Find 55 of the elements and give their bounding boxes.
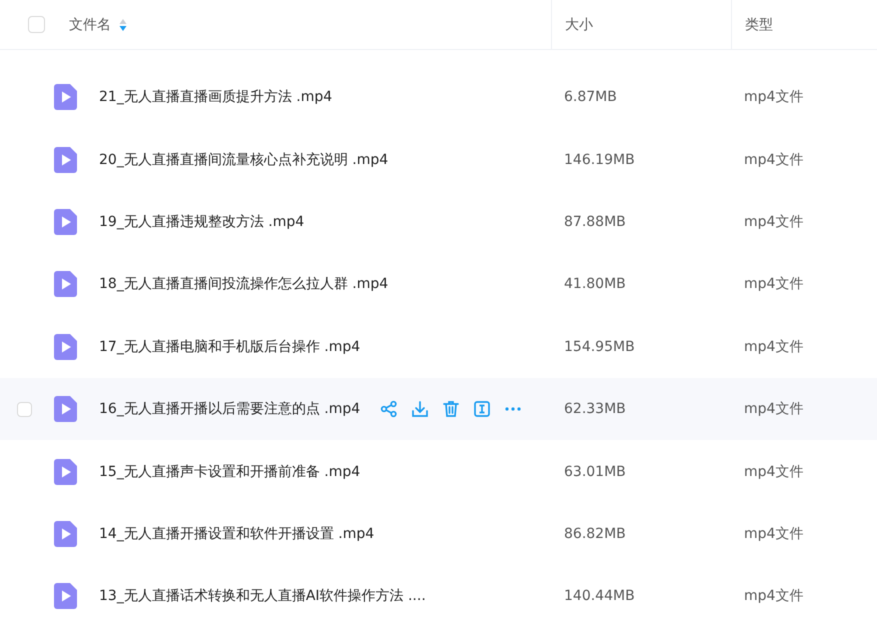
file-size: 63.01MB xyxy=(563,464,627,480)
file-name[interactable]: 17_无人直播电脑和手机版后台操作 .mp4 xyxy=(99,338,360,356)
file-name[interactable]: 19_无人直播违规整改方法 .mp4 xyxy=(99,212,304,231)
share-icon[interactable] xyxy=(380,400,398,418)
table-row[interactable]: 14_无人直播开播设置和软件开播设置 .mp4 86.82MB mp4文件 xyxy=(0,502,877,566)
table-row[interactable]: 13_无人直播话术转换和无人直播AI软件操作方法 .... 140.44MB mp4文件 xyxy=(0,565,877,620)
file-size: 86.82MB xyxy=(563,526,627,542)
table-row[interactable]: 15_无人直播声卡设置和开播前准备 .mp4 63.01MB mp4文件 xyxy=(0,440,877,503)
file-type: mp4文件 xyxy=(743,524,804,543)
file-name[interactable]: 15_无人直播声卡设置和开播前准备 .mp4 xyxy=(99,462,360,481)
file-name[interactable]: 21_无人直播直播画质提升方法 .mp4 xyxy=(99,88,332,106)
file-type: mp4文件 xyxy=(743,212,804,231)
file-size: 41.80MB xyxy=(563,276,627,292)
table-row[interactable]: 20_无人直播直播间流量核心点补充说明 .mp4 146.19MB mp4文件 xyxy=(0,128,877,191)
file-size: 62.33MB xyxy=(563,401,627,418)
file-type: mp4文件 xyxy=(743,462,804,481)
file-type: mp4文件 xyxy=(743,275,804,294)
column-header[interactable]: 大小 xyxy=(565,16,593,34)
file-name[interactable]: 20_无人直播直播间流量核心点补充说明 .mp4 xyxy=(99,150,388,169)
file-type: mp4文件 xyxy=(743,88,804,106)
video-file-icon xyxy=(54,583,77,610)
file-type: mp4文件 xyxy=(743,587,804,606)
video-file-icon xyxy=(54,334,77,360)
file-size: 140.44MB xyxy=(563,588,636,604)
table-row[interactable]: 19_无人直播违规整改方法 .mp4 87.88MB mp4文件 xyxy=(0,190,877,254)
download-icon[interactable] xyxy=(411,400,430,418)
checkbox[interactable] xyxy=(28,16,45,33)
file-size: 154.95MB xyxy=(563,338,636,355)
file-size: 146.19MB xyxy=(563,152,636,168)
video-file-icon xyxy=(54,458,77,485)
video-file-icon xyxy=(54,271,77,298)
column-header[interactable]: 类型 xyxy=(745,16,773,34)
file-size: 6.87MB xyxy=(563,89,618,106)
video-file-icon xyxy=(54,208,77,235)
video-file-icon xyxy=(54,520,77,547)
file-name[interactable]: 13_无人直播话术转换和无人直播AI软件操作方法 .... xyxy=(99,587,426,606)
file-size: 87.88MB xyxy=(563,214,627,230)
trash-icon[interactable] xyxy=(442,400,460,418)
column-header[interactable]: 文件名 xyxy=(69,16,111,34)
file-name[interactable]: 16_无人直播开播以后需要注意的点 .mp4 xyxy=(99,400,360,418)
table-row[interactable]: 17_无人直播电脑和手机版后台操作 .mp4 154.95MB mp4文件 xyxy=(0,316,877,378)
file-type: mp4文件 xyxy=(743,338,804,356)
table-row[interactable]: 21_无人直播直播画质提升方法 .mp4 6.87MB mp4文件 xyxy=(0,66,877,128)
video-file-icon xyxy=(54,146,77,173)
file-type: mp4文件 xyxy=(743,150,804,169)
table-row[interactable]: 18_无人直播直播间投流操作怎么拉人群 .mp4 41.80MB mp4文件 xyxy=(0,253,877,316)
file-type: mp4文件 xyxy=(743,400,804,418)
checkbox[interactable] xyxy=(17,402,32,417)
rename-icon[interactable] xyxy=(473,400,492,418)
file-name[interactable]: 14_无人直播开播设置和软件开播设置 .mp4 xyxy=(99,524,374,543)
video-file-icon xyxy=(54,84,77,110)
file-name[interactable]: 18_无人直播直播间投流操作怎么拉人群 .mp4 xyxy=(99,275,388,294)
sort-icon[interactable] xyxy=(119,18,127,32)
table-row[interactable]: 16_无人直播开播以后需要注意的点 .mp4 62.33MB mp4文件 xyxy=(0,378,877,440)
video-file-icon xyxy=(54,396,77,422)
